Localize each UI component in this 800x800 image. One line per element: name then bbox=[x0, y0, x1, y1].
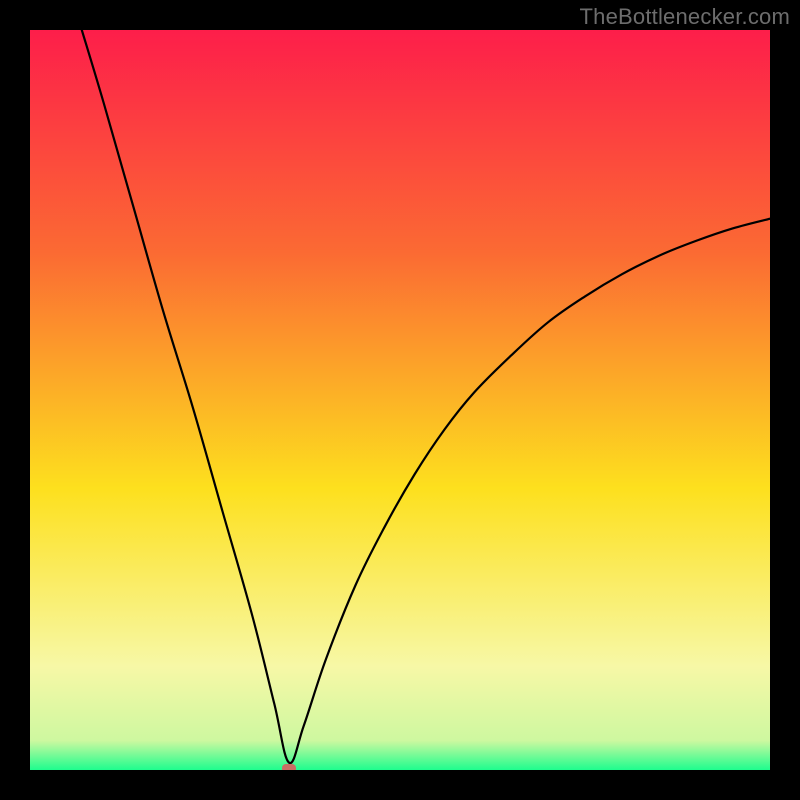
gradient-background bbox=[30, 30, 770, 770]
watermark-text: TheBottlenecker.com bbox=[580, 4, 790, 30]
plot-area bbox=[30, 30, 770, 770]
chart-svg bbox=[30, 30, 770, 770]
minimum-marker bbox=[282, 764, 296, 770]
chart-frame: TheBottlenecker.com bbox=[0, 0, 800, 800]
